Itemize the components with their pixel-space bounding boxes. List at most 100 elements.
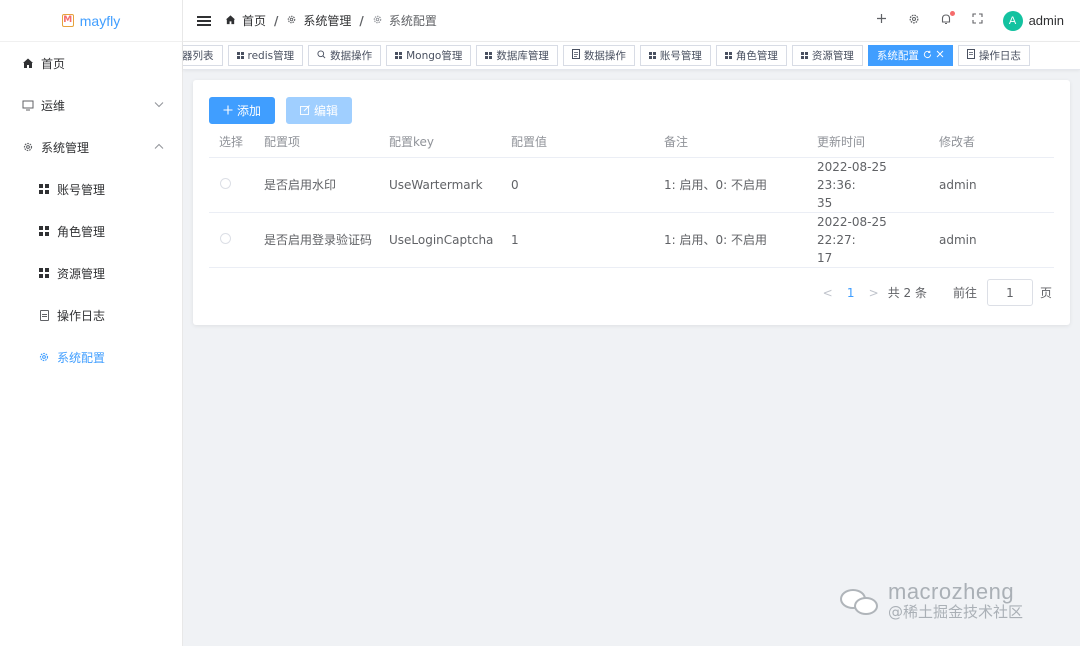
row-select-radio[interactable]: [220, 232, 231, 244]
add-button-label: 添加: [237, 104, 262, 118]
gear-icon: [372, 14, 383, 28]
edit-button[interactable]: 编辑: [286, 97, 353, 124]
app-title: mayfly: [79, 12, 121, 29]
config-table: 选择 配置项 配置key 配置值 备注 更新时间 修改者 是否启用水印 UseW…: [209, 127, 1054, 268]
settings-gear-icon[interactable]: [907, 13, 921, 29]
prev-page-button[interactable]: <: [818, 286, 838, 300]
goto-label: 前往: [952, 286, 977, 300]
grid-icon: [37, 224, 51, 238]
tab-db-data-ops[interactable]: 数据操作: [562, 45, 635, 66]
monitor-icon: [21, 98, 35, 112]
select-cell: [209, 157, 254, 213]
sidebar-item-accounts[interactable]: 账号管理: [0, 168, 182, 210]
tab-sysconfig[interactable]: 系统配置: [867, 45, 953, 66]
column-header-updated: 更新时间: [807, 127, 929, 158]
table-row[interactable]: 是否启用登录验证码 UseLoginCaptcha 1 1: 启用、0: 不启用…: [209, 212, 1054, 268]
tab-label: 账号管理: [659, 50, 702, 62]
tab-accounts[interactable]: 账号管理: [639, 45, 711, 66]
table-row[interactable]: 是否启用水印 UseWartermark 0 1: 启用、0: 不启用 2022…: [209, 157, 1054, 213]
add-button[interactable]: 添加: [209, 97, 276, 124]
refresh-icon[interactable]: [923, 50, 932, 62]
sidebar-item-roles[interactable]: 角色管理: [0, 210, 182, 252]
tab-mongo[interactable]: Mongo管理: [386, 45, 472, 66]
sidebar-item-ops[interactable]: 运维: [0, 84, 182, 126]
tab-redis[interactable]: redis管理: [227, 45, 304, 66]
select-cell: [209, 212, 254, 268]
tab-label: 资源管理: [811, 50, 854, 62]
fullscreen-icon[interactable]: [971, 13, 985, 28]
logo-icon: M: [61, 14, 74, 27]
grid-icon: [724, 52, 732, 59]
chevron-down-icon: [154, 100, 164, 111]
user-menu[interactable]: A admin: [1002, 10, 1064, 31]
updated-line-1: 2022-08-25 23:36:: [817, 159, 887, 192]
tab-label: 数据库管理: [496, 50, 549, 62]
name-cell: 是否启用登录验证码: [254, 212, 379, 268]
updated-line-1: 2022-08-25 22:27:: [817, 214, 887, 247]
document-icon: [37, 308, 51, 322]
menu-toggle-icon[interactable]: [197, 15, 211, 26]
logo[interactable]: M mayfly: [0, 0, 182, 42]
breadcrumb-home[interactable]: 首页: [225, 12, 266, 29]
watermark-text: macrozheng @稀土掘金技术社区: [888, 581, 1023, 622]
document-icon: [571, 49, 580, 62]
grid-icon: [236, 52, 244, 59]
sidebar-item-label: 系统管理: [41, 140, 90, 155]
search-icon: [317, 49, 326, 62]
tab-label: 数据操作: [330, 50, 373, 62]
edit-icon: [300, 104, 310, 118]
sidebar-item-resources[interactable]: 资源管理: [0, 252, 182, 294]
sidebar-menu: 首页 运维 系统管理 账号管理 角色管理 资源管理 操作日志 系统配置: [0, 42, 182, 378]
sidebar-item-system[interactable]: 系统管理: [0, 126, 182, 168]
tab-server-list[interactable]: 器列表: [183, 45, 223, 66]
next-page-button[interactable]: >: [864, 286, 884, 300]
top-header: 首页 / 系统管理 / 系统配置 A admin: [183, 0, 1080, 42]
grid-icon: [37, 266, 51, 280]
tab-database[interactable]: 数据库管理: [476, 45, 558, 66]
remark-cell: 1: 启用、0: 不启用: [654, 157, 807, 213]
sidebar: M mayfly 首页 运维 系统管理 账号管理 角色管理 资源管理 操作日志 …: [0, 0, 183, 646]
sidebar-item-oplog[interactable]: 操作日志: [0, 294, 182, 336]
grid-icon: [648, 52, 656, 59]
sidebar-item-home[interactable]: 首页: [0, 42, 182, 84]
breadcrumb-system[interactable]: 系统管理: [286, 12, 351, 29]
gear-icon: [37, 350, 51, 364]
key-cell: UseLoginCaptcha: [379, 212, 501, 268]
sidebar-item-label: 资源管理: [57, 266, 106, 281]
value-cell: 1: [501, 212, 654, 268]
tab-label: Mongo管理: [406, 50, 463, 62]
tab-data-ops[interactable]: 数据操作: [308, 45, 382, 66]
bell-icon[interactable]: [939, 10, 955, 29]
sidebar-item-sysconfig[interactable]: 系统配置: [0, 336, 182, 378]
modifier-cell: admin: [929, 212, 1054, 268]
tab-roles[interactable]: 角色管理: [715, 45, 787, 66]
column-header-name: 配置项: [254, 127, 379, 158]
grid-icon: [37, 182, 51, 196]
plus-icon[interactable]: [875, 13, 889, 28]
close-icon[interactable]: [936, 50, 944, 61]
breadcrumb-label: 首页: [242, 14, 267, 28]
home-icon: [21, 56, 35, 70]
updated-cell: 2022-08-25 22:27: 17: [807, 212, 929, 268]
tab-oplog[interactable]: 操作日志: [957, 45, 1030, 66]
updated-line-2: 17: [817, 250, 833, 265]
page-unit-label: 页: [1039, 286, 1052, 300]
avatar: A: [1002, 10, 1023, 31]
tags-view: 器列表 redis管理 数据操作 Mongo管理 数据库管理 数据操作 账号管理…: [183, 42, 1080, 70]
grid-icon: [485, 52, 493, 59]
edit-button-label: 编辑: [314, 104, 339, 118]
row-select-radio[interactable]: [220, 177, 231, 189]
tab-label: 器列表: [183, 50, 214, 62]
page-number-1[interactable]: 1: [838, 286, 864, 300]
tab-label: 角色管理: [735, 50, 778, 62]
column-header-remark: 备注: [654, 127, 807, 158]
notification-badge: [949, 10, 955, 16]
chevron-up-icon: [154, 142, 164, 153]
tab-label: 系统配置: [876, 50, 919, 62]
page-jump-input[interactable]: [986, 279, 1033, 306]
breadcrumb-label: 系统配置: [388, 14, 437, 28]
tab-resources[interactable]: 资源管理: [791, 45, 863, 66]
config-card: 添加 编辑 选择 配置项 配置key 配置值 备注 更新时间 修改者 是否启用水…: [193, 80, 1070, 325]
column-header-modifier: 修改者: [929, 127, 1054, 158]
column-header-value: 配置值: [501, 127, 654, 158]
